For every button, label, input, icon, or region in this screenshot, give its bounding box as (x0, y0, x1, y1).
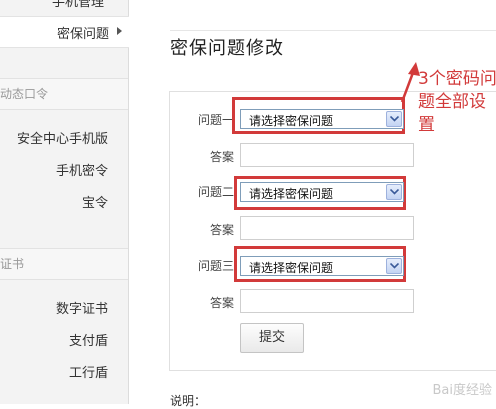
sidebar-section-certificate: 证书 (0, 248, 128, 280)
answer-2-input[interactable] (240, 216, 414, 240)
sidebar-item-label: 密保问题 (56, 27, 109, 42)
divider (170, 30, 496, 31)
note-label: 说明： (170, 394, 207, 408)
select-value: 请选择密保问题 (249, 261, 334, 275)
sidebar-cut-item-label: 手机管理 (51, 0, 104, 10)
sidebar-item-digital-cert[interactable]: 数字证书 (56, 298, 108, 317)
question-2-label: 问题二 (198, 185, 235, 199)
sidebar-section-dynamic-password: 动态口令 (0, 78, 128, 110)
answer-1-input[interactable] (240, 143, 414, 167)
annotation-text: 3个密码问题全部设置 (418, 69, 496, 135)
chevron-down-icon[interactable] (386, 184, 402, 200)
sidebar-section-label: 证书 (0, 257, 25, 271)
submit-button[interactable]: 提交 (240, 323, 304, 353)
watermark: Bai度经验 (432, 383, 493, 398)
page-title: 密保问题修改 (170, 38, 284, 59)
sidebar: 手机管理 密保问题 动态口令 安全中心手机版 手机密令 宝令 证书 数字证书 支… (0, 0, 129, 404)
sidebar-item-mobile-token[interactable]: 手机密令 (56, 160, 108, 179)
sidebar-item-mobile-security[interactable]: 安全中心手机版 (17, 128, 108, 147)
chevron-down-icon[interactable] (386, 111, 402, 127)
sidebar-section-label: 动态口令 (0, 87, 49, 101)
question-1-label: 问题一 (198, 113, 235, 127)
question-1-select[interactable]: 请选择密保问题 (240, 109, 404, 129)
question-2-select[interactable]: 请选择密保问题 (240, 182, 404, 202)
answer-3-label: 答案 (210, 296, 235, 310)
sidebar-item-pay-shield[interactable]: 支付盾 (69, 330, 108, 349)
sidebar-item-baoling[interactable]: 宝令 (82, 192, 108, 211)
sidebar-item-icbc-shield[interactable]: 工行盾 (69, 362, 108, 381)
select-value: 请选择密保问题 (249, 187, 334, 201)
answer-3-input[interactable] (240, 289, 414, 313)
answer-1-label: 答案 (210, 150, 235, 164)
sidebar-item-security-question[interactable]: 密保问题 (0, 16, 129, 48)
answer-2-label: 答案 (210, 223, 235, 237)
select-value: 请选择密保问题 (249, 114, 334, 128)
chevron-right-icon (117, 27, 122, 35)
sidebar-cut-item[interactable]: 手机管理 (0, 0, 128, 12)
chevron-down-icon[interactable] (386, 258, 402, 274)
question-3-label: 问题三 (198, 259, 235, 273)
question-3-select[interactable]: 请选择密保问题 (240, 256, 404, 276)
